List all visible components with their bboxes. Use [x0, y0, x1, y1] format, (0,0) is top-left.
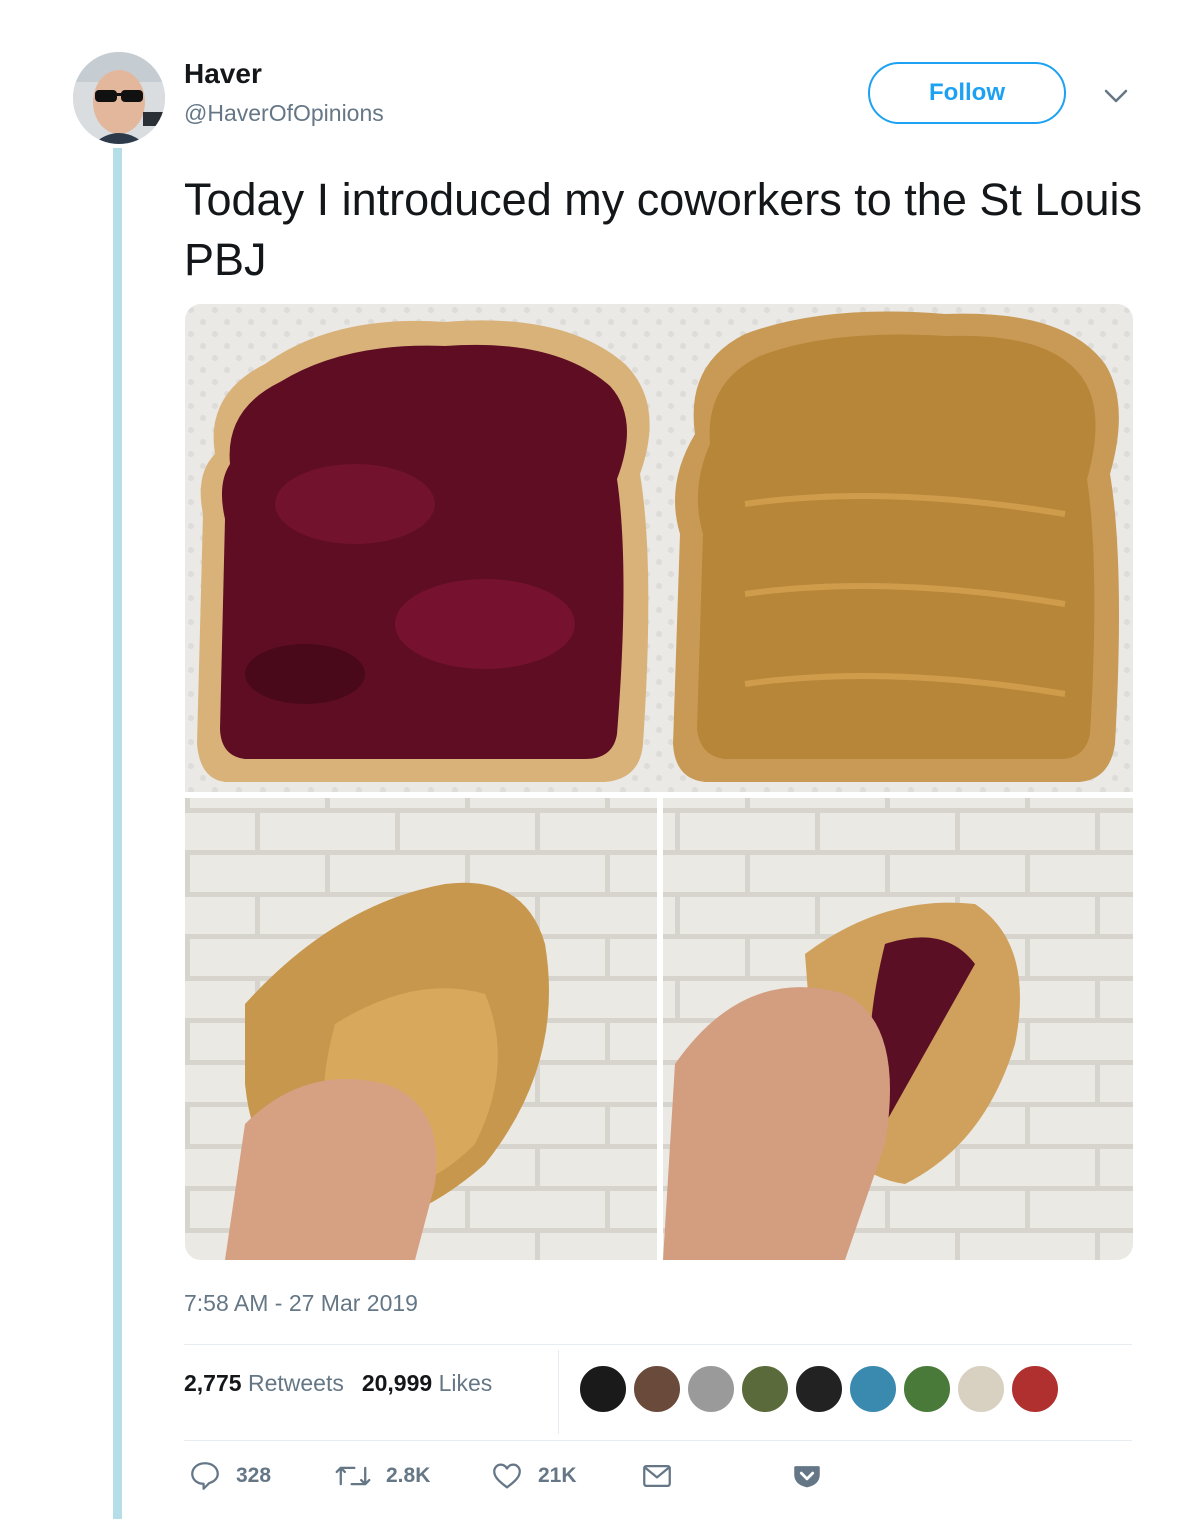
- save-button[interactable]: [790, 1458, 824, 1494]
- likes-stat[interactable]: 20,999 Likes: [362, 1370, 492, 1397]
- liker-avatar[interactable]: [578, 1364, 628, 1414]
- retweets-count: 2,775: [184, 1370, 242, 1396]
- tweet-media-grid[interactable]: [185, 304, 1133, 1260]
- chevron-down-icon[interactable]: [1100, 82, 1132, 110]
- media-photo-sandwich-left[interactable]: [185, 798, 657, 1260]
- divider: [184, 1440, 1132, 1441]
- retweet-count: 2.8K: [386, 1464, 431, 1487]
- liker-avatar[interactable]: [1010, 1364, 1060, 1414]
- divider: [184, 1344, 1132, 1345]
- liker-avatar[interactable]: [956, 1364, 1006, 1414]
- likes-label: Likes: [438, 1370, 493, 1396]
- reply-button[interactable]: 328: [188, 1458, 271, 1494]
- tweet-timestamp[interactable]: 7:58 AM - 27 Mar 2019: [184, 1290, 418, 1317]
- retweet-button[interactable]: 2.8K: [334, 1458, 430, 1494]
- like-count: 21K: [538, 1464, 577, 1487]
- retweets-stat[interactable]: 2,775 Retweets: [184, 1370, 344, 1397]
- pocket-icon: [794, 1466, 820, 1488]
- direct-message-button[interactable]: [640, 1458, 674, 1494]
- media-photo-sandwich-right[interactable]: [663, 798, 1133, 1260]
- author-avatar[interactable]: [73, 52, 165, 144]
- heart-icon: [493, 1463, 521, 1489]
- retweets-label: Retweets: [247, 1370, 344, 1396]
- follow-button[interactable]: Follow: [868, 62, 1066, 124]
- liker-avatar[interactable]: [902, 1364, 952, 1414]
- liker-avatar[interactable]: [794, 1364, 844, 1414]
- media-photo-bread-slices[interactable]: [185, 304, 1133, 792]
- liker-avatar[interactable]: [686, 1364, 736, 1414]
- thread-line: [113, 148, 122, 1519]
- tweet-text: Today I introduced my coworkers to the S…: [184, 174, 1142, 285]
- liker-avatar[interactable]: [848, 1364, 898, 1414]
- envelope-icon: [643, 1464, 671, 1488]
- tweet-stats: 2,775 Retweets 20,999 Likes: [184, 1370, 492, 1397]
- like-button[interactable]: 21K: [490, 1458, 577, 1494]
- liker-avatar[interactable]: [740, 1364, 790, 1414]
- retweet-icon: [335, 1466, 371, 1486]
- liker-avatar[interactable]: [632, 1364, 682, 1414]
- avatar-photo: [73, 52, 165, 144]
- author-name[interactable]: Haver: [184, 58, 262, 90]
- reply-count: 328: [236, 1464, 272, 1487]
- reply-icon: [191, 1462, 219, 1490]
- likes-count: 20,999: [361, 1370, 433, 1396]
- divider: [558, 1350, 559, 1434]
- author-handle[interactable]: @HaverOfOpinions: [184, 100, 384, 127]
